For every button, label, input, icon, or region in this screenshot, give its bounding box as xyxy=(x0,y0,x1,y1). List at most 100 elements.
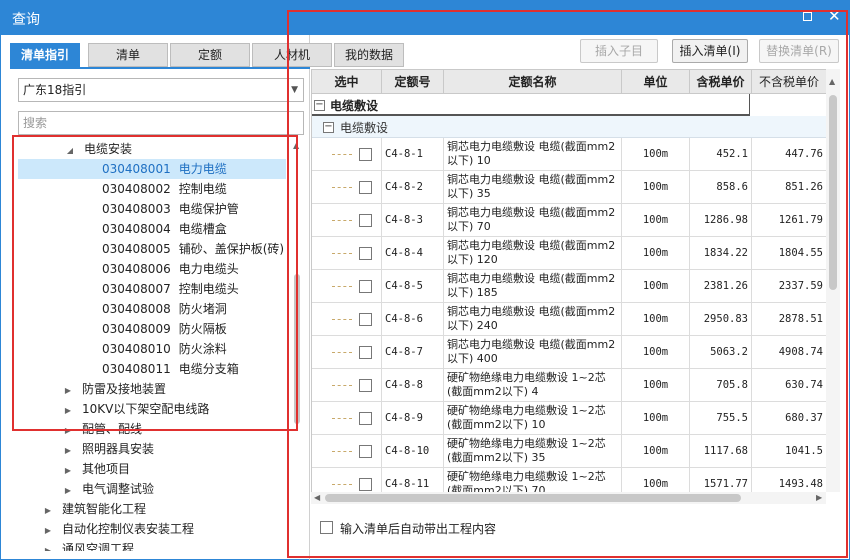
row-checkbox[interactable] xyxy=(359,346,372,359)
row-checkbox[interactable] xyxy=(359,478,372,491)
tree-node-other[interactable]: ▶ 其他项目 xyxy=(62,459,130,479)
collapsed-triangle-icon[interactable]: ▶ xyxy=(42,541,54,551)
cell-name: 铜芯电力电缆敷设 电缆(截面mm2以下) 240 xyxy=(444,303,622,336)
tab-list[interactable]: 清单 xyxy=(88,43,168,67)
maximize-icon[interactable] xyxy=(803,12,812,21)
tree-item-030408002[interactable]: 030408002 控制电缆 xyxy=(102,179,227,199)
cell-unit: 100m xyxy=(622,138,690,171)
tree-node-hvac[interactable]: ▶ 通风空调工程 xyxy=(42,539,134,551)
panel-divider[interactable] xyxy=(309,35,310,560)
tree-node-intelligent[interactable]: ▶ 建筑智能化工程 xyxy=(42,499,146,519)
tree-item-030408010[interactable]: 030408010 防火涂料 xyxy=(102,339,227,359)
cell-name: 铜芯电力电缆敷设 电缆(截面mm2以下) 35 xyxy=(444,171,622,204)
tab-materials[interactable]: 人材机 xyxy=(252,43,332,67)
insert-child-button[interactable]: 插入子目 xyxy=(580,39,658,63)
scroll-up-icon[interactable]: ▲ xyxy=(829,77,835,86)
tree-node-lighting[interactable]: ▶ 照明器具安装 xyxy=(62,439,154,459)
collapsed-triangle-icon[interactable]: ▶ xyxy=(62,441,74,461)
scroll-thumb[interactable] xyxy=(325,494,741,502)
row-checkbox[interactable] xyxy=(359,148,372,161)
header-name[interactable]: 定额名称 xyxy=(444,70,622,94)
cell-code: C4-8-3 xyxy=(382,204,444,237)
row-checkbox[interactable] xyxy=(359,214,372,227)
table-row[interactable]: C4-8-5 铜芯电力电缆敷设 电缆(截面mm2以下) 185 100m 2381.2… xyxy=(312,270,826,303)
collapse-icon[interactable]: − xyxy=(314,100,325,111)
row-checkbox[interactable] xyxy=(359,412,372,425)
tab-my-data[interactable]: 我的数据 xyxy=(334,43,404,67)
collapsed-triangle-icon[interactable]: ▶ xyxy=(62,421,74,441)
header-select[interactable]: 选中 xyxy=(312,70,382,94)
tree-node-automation[interactable]: ▶ 自动化控制仪表安装工程 xyxy=(42,519,194,539)
table-row[interactable]: C4-8-4 铜芯电力电缆敷设 电缆(截面mm2以下) 120 100m 1834.2… xyxy=(312,237,826,270)
tree-item-030408006[interactable]: 030408006 电力电缆头 xyxy=(102,259,239,279)
scroll-thumb[interactable] xyxy=(294,274,300,424)
row-checkbox[interactable] xyxy=(359,181,372,194)
row-checkbox[interactable] xyxy=(359,313,372,326)
header-price-notax[interactable]: 不含税单价 xyxy=(752,70,826,94)
cell-price-tax: 1571.77 xyxy=(690,468,752,492)
scroll-up-icon[interactable]: ▲ xyxy=(293,141,299,150)
cell-price-tax: 1117.68 xyxy=(690,435,752,468)
collapse-icon[interactable]: − xyxy=(323,122,334,133)
row-checkbox[interactable] xyxy=(359,247,372,260)
tree-node-conduit[interactable]: ▶ 配管、配线 xyxy=(62,419,142,439)
search-input[interactable]: 搜索 xyxy=(18,111,304,135)
cell-code: C4-8-4 xyxy=(382,237,444,270)
tree-scrollbar[interactable]: ▲ xyxy=(292,139,302,551)
cell-unit: 100m xyxy=(622,204,690,237)
collapsed-triangle-icon[interactable]: ▶ xyxy=(62,461,74,481)
auto-bring-checkbox[interactable] xyxy=(320,521,333,534)
guide-select[interactable]: 广东18指引 ▼ xyxy=(18,78,304,102)
table-row[interactable]: C4-8-11 硬矿物绝缘电力电缆敷设 1~2芯(截面mm2以下) 70 100m 1… xyxy=(312,468,826,492)
tree-item-030408005[interactable]: 030408005 铺砂、盖保护板(砖) xyxy=(102,239,284,259)
tree-item-030408011[interactable]: 030408011 电缆分支箱 xyxy=(102,359,239,379)
subgroup-row-cable[interactable]: − 电缆敷设 xyxy=(312,116,826,138)
tree-item-030408003[interactable]: 030408003 电缆保护管 xyxy=(102,199,239,219)
scroll-left-icon[interactable]: ◀ xyxy=(314,493,320,502)
table-row[interactable]: C4-8-1 铜芯电力电缆敷设 电缆(截面mm2以下) 10 100m 452.1 44… xyxy=(312,138,826,171)
cell-price-notax: 4908.74 xyxy=(752,336,826,369)
table-row[interactable]: C4-8-7 铜芯电力电缆敷设 电缆(截面mm2以下) 400 100m 5063.2… xyxy=(312,336,826,369)
scroll-right-icon[interactable]: ▶ xyxy=(816,493,822,502)
tree-node-overhead-line[interactable]: ▶ 10KV以下架空配电线路 xyxy=(62,399,209,419)
row-checkbox[interactable] xyxy=(359,445,372,458)
tree-node-lightning[interactable]: ▶ 防雷及接地装置 xyxy=(62,379,166,399)
row-checkbox[interactable] xyxy=(359,280,372,293)
collapsed-triangle-icon[interactable]: ▶ xyxy=(62,481,74,501)
tree-item-030408009[interactable]: 030408009 防火隔板 xyxy=(102,319,227,339)
tab-list-guide[interactable]: 清单指引 xyxy=(10,43,80,67)
group-row-cable[interactable]: − 电缆敷设 xyxy=(312,94,750,116)
cell-price-tax: 705.8 xyxy=(690,369,752,402)
table-row[interactable]: C4-8-8 硬矿物绝缘电力电缆敷设 1~2芯(截面mm2以下) 4 100m 705… xyxy=(312,369,826,402)
scroll-thumb[interactable] xyxy=(829,95,837,290)
tree-node-test[interactable]: ▶ 电气调整试验 xyxy=(62,479,154,499)
tab-quota[interactable]: 定额 xyxy=(170,43,250,67)
expanded-triangle-icon[interactable]: ◢ xyxy=(64,141,76,161)
header-price-tax[interactable]: 含税单价 xyxy=(690,70,752,94)
tree-item-030408008[interactable]: 030408008 防火堵洞 xyxy=(102,299,227,319)
grid-vertical-scrollbar[interactable]: ▲ xyxy=(826,69,840,492)
cell-code: C4-8-2 xyxy=(382,171,444,204)
table-row[interactable]: C4-8-3 铜芯电力电缆敷设 电缆(截面mm2以下) 70 100m 1286.98… xyxy=(312,204,826,237)
table-row[interactable]: C4-8-10 硬矿物绝缘电力电缆敷设 1~2芯(截面mm2以下) 35 100m 1… xyxy=(312,435,826,468)
tree-item-030408004[interactable]: 030408004 电缆槽盒 xyxy=(102,219,227,239)
collapsed-triangle-icon[interactable]: ▶ xyxy=(42,521,54,541)
grid-horizontal-scrollbar[interactable]: ◀ ▶ xyxy=(311,492,826,504)
cell-name: 硬矿物绝缘电力电缆敷设 1~2芯(截面mm2以下) 4 xyxy=(444,369,622,402)
tree-item-030408001[interactable]: 030408001 电力电缆 xyxy=(18,159,286,179)
replace-list-button[interactable]: 替换清单(R) xyxy=(759,39,839,63)
row-checkbox[interactable] xyxy=(359,379,372,392)
table-row[interactable]: C4-8-2 铜芯电力电缆敷设 电缆(截面mm2以下) 35 100m 858.6 85… xyxy=(312,171,826,204)
collapsed-triangle-icon[interactable]: ▶ xyxy=(62,381,74,401)
collapsed-triangle-icon[interactable]: ▶ xyxy=(62,401,74,421)
tree-node-cable-install[interactable]: ◢ 电缆安装 xyxy=(64,139,132,159)
close-icon[interactable]: ✕ xyxy=(828,8,841,24)
table-row[interactable]: C4-8-6 铜芯电力电缆敷设 电缆(截面mm2以下) 240 100m 2950.8… xyxy=(312,303,826,336)
header-unit[interactable]: 单位 xyxy=(622,70,690,94)
table-row[interactable]: C4-8-9 硬矿物绝缘电力电缆敷设 1~2芯(截面mm2以下) 10 100m 75… xyxy=(312,402,826,435)
tree-line xyxy=(332,451,352,452)
insert-list-button[interactable]: 插入清单(I) xyxy=(672,39,748,63)
tree-item-030408007[interactable]: 030408007 控制电缆头 xyxy=(102,279,239,299)
collapsed-triangle-icon[interactable]: ▶ xyxy=(42,501,54,521)
header-code[interactable]: 定额号 xyxy=(382,70,444,94)
